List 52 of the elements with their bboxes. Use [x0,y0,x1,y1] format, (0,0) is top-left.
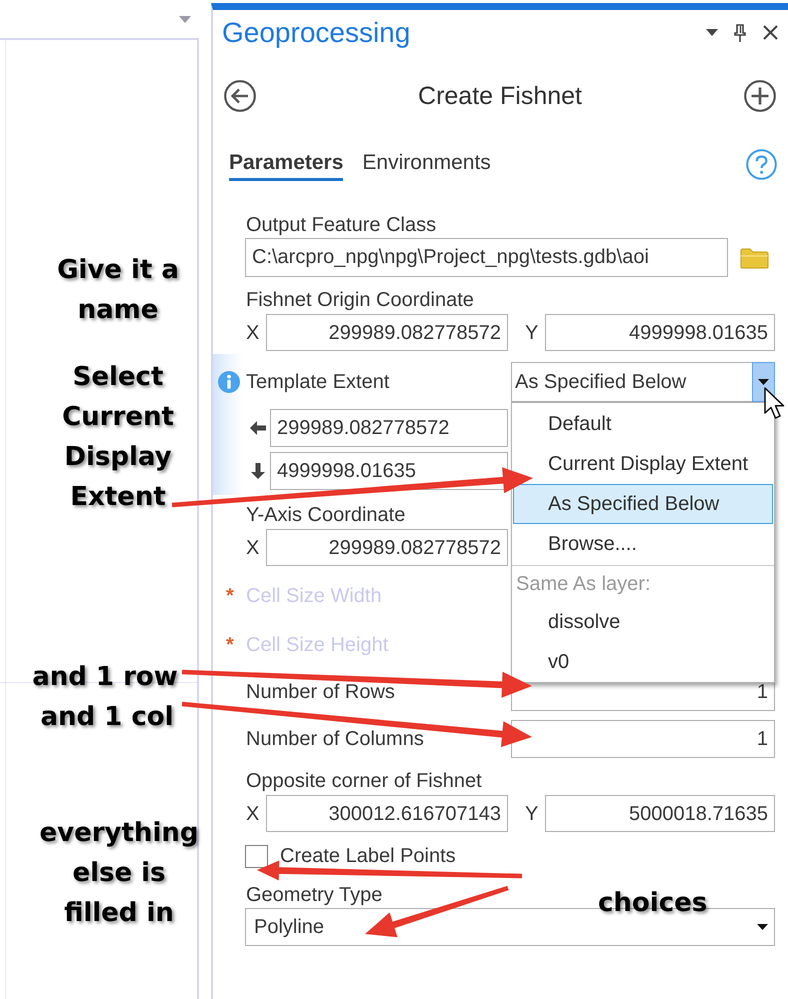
axis-label: X [246,536,260,560]
x-coordinate-field[interactable]: 299989.082778572 [266,529,508,566]
field-label: Number of Rows [246,680,395,704]
down-arrow-icon [251,463,265,479]
extent-field[interactable]: 299989.082778572 [270,409,508,447]
field-label: Y-Axis Coordinate [246,503,406,527]
caret-icon [757,924,768,930]
number-field[interactable]: 1 [511,720,775,758]
menu-option[interactable]: Default [513,404,773,444]
menu-group-heading: Same As layer: [515,572,652,597]
caret-icon [758,379,769,385]
required-marker: * [226,584,235,608]
field-label: Create Label Points [280,844,456,868]
annotation-text: everything else is filled in [38,817,200,930]
template-extent-dropdown[interactable]: As Specified Below [511,362,775,402]
field-label: Fishnet Origin Coordinate [246,288,474,312]
info-icon [218,371,240,393]
field-label: Output Feature Class [246,213,436,237]
menu-option[interactable]: dissolve [513,602,773,642]
required-marker: * [226,633,235,657]
caret-icon[interactable] [706,29,718,36]
axis-label: Y [524,320,540,344]
panel-title: Geoprocessing [222,16,410,48]
extent-field[interactable]: 4999998.01635 [270,452,508,490]
field-label: Geometry Type [246,883,382,907]
annotation-text: Select Current Display Extent [61,361,175,514]
help-icon[interactable] [746,149,777,180]
x-coordinate-field[interactable]: 300012.616707143 [266,795,508,832]
y-coordinate-field[interactable]: 5000018.71635 [545,795,775,832]
menu-option[interactable]: As Specified Below [513,484,773,524]
field-label: Opposite corner of Fishnet [246,769,482,793]
menu-option[interactable]: Current Display Extent [513,444,773,484]
x-coordinate-field[interactable]: 299989.082778572 [266,314,508,351]
menu-option[interactable]: Browse.... [513,524,773,564]
field-label: Number of Columns [246,727,424,751]
annotation-text: Give it a name [56,254,180,327]
axis-label: Y [524,802,540,826]
y-coordinate-field[interactable]: 4999998.01635 [545,314,775,351]
axis-label: X [246,802,260,826]
pin-icon[interactable] [734,24,746,42]
annotation-text: and 1 row [31,661,179,694]
tab[interactable]: Environments [362,148,491,181]
close-icon[interactable] [763,25,778,40]
tool-title: Create Fishnet [417,82,583,110]
left-arrow-icon [250,421,266,435]
tab[interactable]: Parameters [229,148,344,181]
path-field[interactable]: C:\arcpro_npg\npg\Project_npg\tests.gdb\aoi [245,238,728,277]
annotation-text: and 1 col [39,701,175,734]
field-label: Template Extent [246,370,390,394]
checkbox[interactable] [245,844,268,868]
axis-label: X [246,320,260,344]
plus-circle-icon[interactable] [744,80,776,112]
